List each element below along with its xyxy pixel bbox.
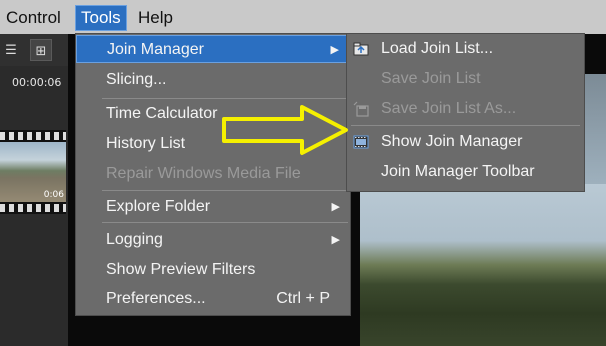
thumbnail-duration: 0:06 bbox=[43, 190, 64, 200]
menu-item-label: Time Calculator bbox=[106, 105, 218, 122]
chevron-right-icon: ▶ bbox=[331, 201, 340, 213]
folder-open-icon bbox=[353, 42, 369, 56]
menu-control[interactable]: Control bbox=[1, 6, 66, 30]
submenu-item-save-join-list: Save Join List bbox=[347, 65, 584, 93]
menu-item-label: Logging bbox=[106, 231, 163, 248]
submenu-item-save-join-list-as: Save Join List As... bbox=[347, 95, 584, 123]
tools-menu: Join Manager ▶ Slicing... Time Calculato… bbox=[75, 33, 351, 316]
filmstrip-holes-bottom bbox=[0, 204, 66, 212]
menu-item-logging[interactable]: Logging ▶ bbox=[76, 226, 350, 254]
menu-item-join-manager[interactable]: Join Manager ▶ bbox=[76, 35, 350, 63]
menu-separator bbox=[102, 190, 348, 191]
submenu-item-load-join-list[interactable]: Load Join List... bbox=[347, 35, 584, 63]
video-landscape bbox=[360, 184, 606, 346]
menu-item-explore-folder[interactable]: Explore Folder ▶ bbox=[76, 193, 350, 221]
chevron-right-icon: ▶ bbox=[330, 44, 339, 56]
menu-item-label: Join Manager bbox=[107, 41, 204, 58]
menu-separator bbox=[102, 222, 348, 223]
menu-item-label: Show Preview Filters bbox=[106, 261, 256, 278]
shortcut-label: Ctrl + P bbox=[276, 290, 330, 307]
save-as-icon bbox=[353, 101, 369, 117]
menu-item-slicing[interactable]: Slicing... bbox=[76, 66, 350, 94]
menu-item-preferences[interactable]: Preferences... Ctrl + P bbox=[76, 285, 350, 313]
join-manager-submenu: Load Join List... Save Join List Save Jo… bbox=[346, 33, 585, 192]
menu-item-label: Preferences... bbox=[106, 290, 206, 307]
menu-tools[interactable]: Tools bbox=[75, 5, 127, 31]
menu-separator bbox=[102, 98, 348, 99]
menu-item-label: Save Join List As... bbox=[381, 100, 517, 117]
menu-help[interactable]: Help bbox=[133, 6, 178, 30]
grid-view-icon[interactable]: ⊞ bbox=[30, 39, 52, 61]
menu-item-label: Explore Folder bbox=[106, 198, 211, 215]
list-view-icon[interactable]: ☰ bbox=[0, 39, 22, 61]
chevron-right-icon: ▶ bbox=[331, 234, 340, 246]
menu-item-label: Load Join List... bbox=[381, 40, 494, 57]
filmstrip-holes-top bbox=[0, 132, 66, 140]
menu-item-label: Save Join List bbox=[381, 70, 481, 87]
menu-item-label: Join Manager Toolbar bbox=[381, 163, 535, 180]
view-toolbar: ☰ ⊞ bbox=[0, 34, 68, 66]
menu-item-label: Slicing... bbox=[106, 71, 167, 88]
timecode-label: 00:00:06 bbox=[12, 76, 62, 89]
clip-thumbnail[interactable]: 0:06 bbox=[0, 130, 66, 214]
submenu-item-show-join-manager[interactable]: Show Join Manager bbox=[347, 128, 584, 156]
menu-item-label: History List bbox=[106, 135, 186, 152]
film-icon bbox=[353, 135, 369, 149]
menu-item-show-preview-filters[interactable]: Show Preview Filters bbox=[76, 256, 350, 284]
menu-separator bbox=[351, 125, 580, 126]
menu-item-repair-wmf: Repair Windows Media File bbox=[76, 160, 350, 188]
left-panel: ☰ ⊞ 00:00:06 0:06 bbox=[0, 34, 68, 346]
menu-item-label: Show Join Manager bbox=[381, 133, 523, 150]
menu-bar: Control Tools Help bbox=[0, 0, 606, 34]
submenu-item-join-manager-toolbar[interactable]: Join Manager Toolbar bbox=[347, 158, 584, 186]
menu-item-label: Repair Windows Media File bbox=[106, 165, 301, 182]
annotation-arrow-icon bbox=[222, 105, 348, 155]
